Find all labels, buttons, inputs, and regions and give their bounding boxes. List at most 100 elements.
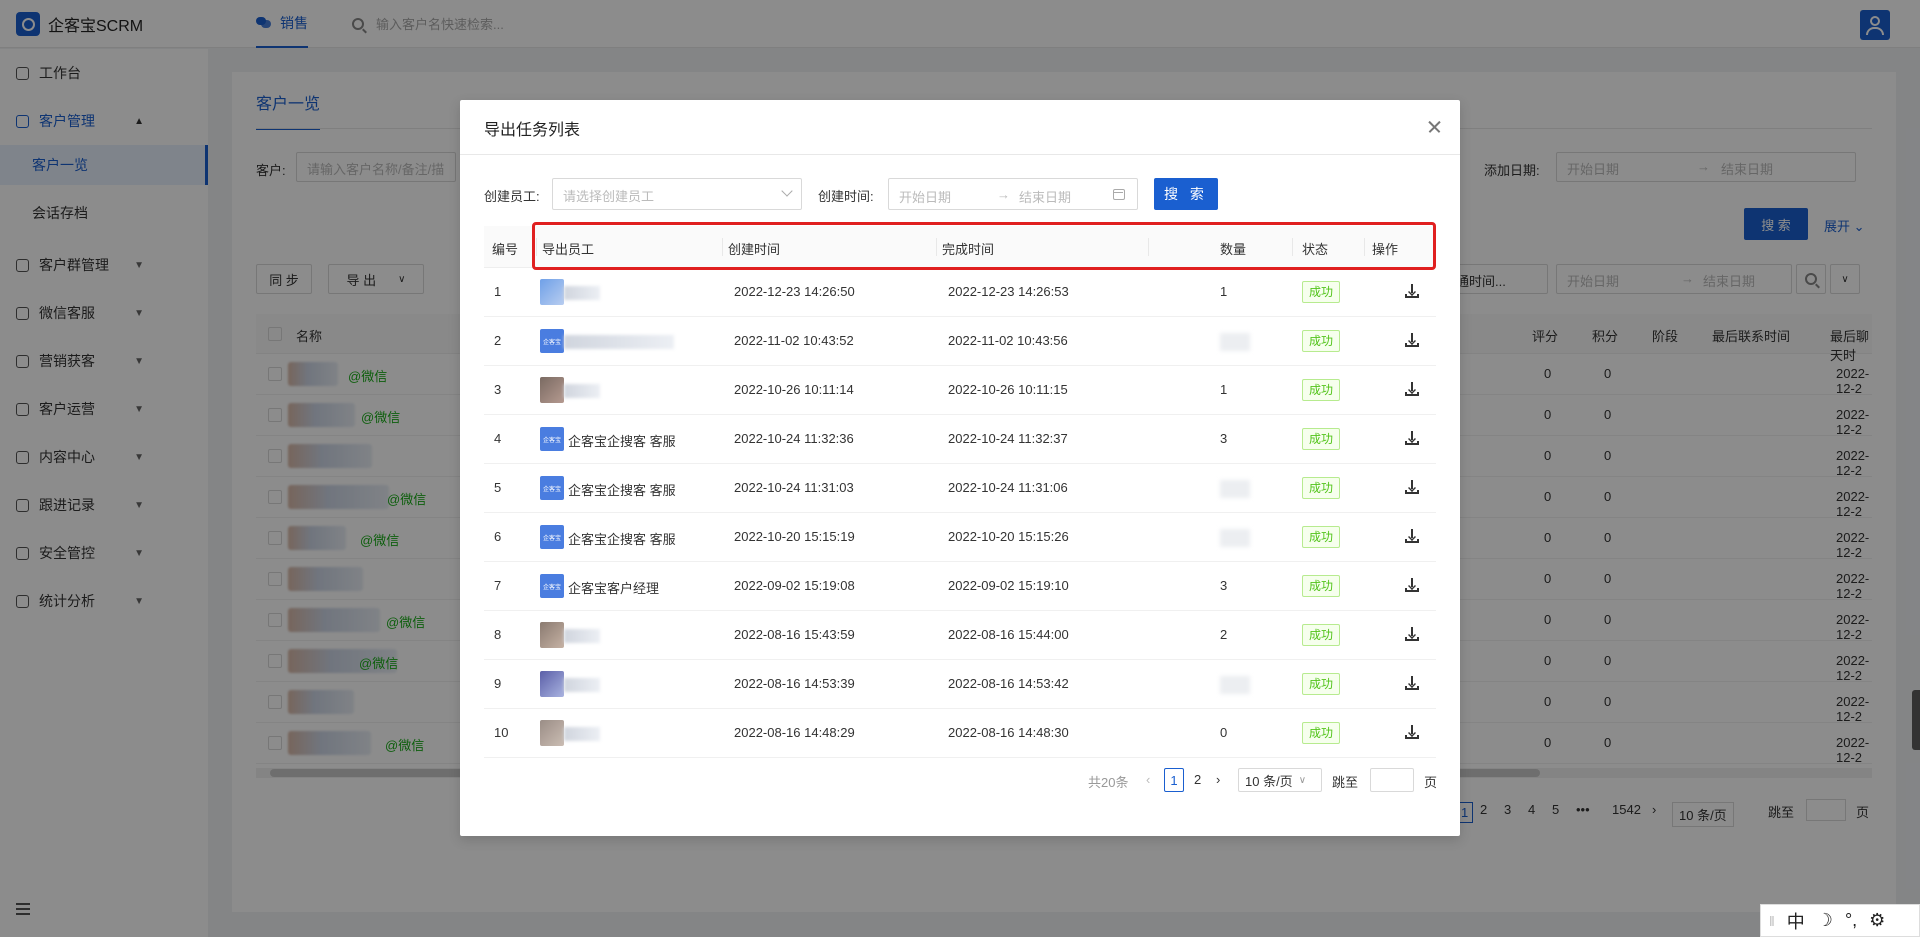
table-row: 7 企客宝 企客宝客户经理 2022-09-02 15:19:08 2022-09-02… xyxy=(484,562,1436,611)
employee-name-redacted xyxy=(564,335,674,349)
status-badge: 成功 xyxy=(1302,673,1341,695)
ime-gear-icon[interactable]: ⚙ xyxy=(1869,910,1885,931)
table-row: 5 企客宝 企客宝企搜客 客服 2022-10-24 11:31:03 2022-10-… xyxy=(484,464,1436,513)
creator-placeholder: 请选择创建员工 xyxy=(563,189,655,204)
export-task-modal: 导出任务列表 创建员工: 请选择创建员工 创建时间: 开始日期 → 结束日期 搜… xyxy=(460,100,1460,836)
page-1-button[interactable]: 1 xyxy=(1164,768,1184,792)
created-time-range[interactable]: 开始日期 → 结束日期 xyxy=(888,178,1138,210)
close-icon[interactable] xyxy=(1424,116,1446,138)
employee-name: 企客宝客户经理 xyxy=(568,581,660,596)
download-icon[interactable] xyxy=(1405,284,1419,298)
status-badge: 成功 xyxy=(1302,575,1341,597)
edge-widget[interactable] xyxy=(1912,690,1920,750)
count-cell: 2 xyxy=(1220,627,1228,642)
total-count: 共20条 xyxy=(1088,775,1129,790)
finished-time-cell: 2022-09-02 15:19:10 xyxy=(948,578,1069,593)
row-number: 6 xyxy=(494,529,502,544)
created-time-cell: 2022-11-02 10:43:52 xyxy=(734,333,854,348)
jump-input[interactable] xyxy=(1370,768,1414,792)
modal-title: 导出任务列表 xyxy=(484,122,581,139)
count-cell: 1 xyxy=(1220,382,1228,397)
table-row: 2 企客宝 2022-11-02 10:43:52 2022-11-02 10:43:… xyxy=(484,317,1436,366)
page-unit-label: 页 xyxy=(1424,775,1438,790)
download-icon[interactable] xyxy=(1405,578,1419,592)
arrow-icon: → xyxy=(997,187,1010,202)
row-number: 1 xyxy=(494,284,502,299)
created-time-label: 创建时间: xyxy=(818,189,874,204)
calendar-icon xyxy=(1113,189,1125,200)
status-badge: 成功 xyxy=(1302,722,1341,744)
row-number: 9 xyxy=(494,676,502,691)
count-redacted xyxy=(1220,529,1250,547)
created-time-cell: 2022-10-20 15:15:19 xyxy=(734,529,855,544)
row-number: 3 xyxy=(494,382,502,397)
column-no: 编号 xyxy=(492,242,519,257)
created-time-cell: 2022-08-16 14:48:29 xyxy=(734,725,855,740)
next-page-icon[interactable]: › xyxy=(1216,772,1220,787)
creator-select[interactable]: 请选择创建员工 xyxy=(552,178,802,210)
status-badge: 成功 xyxy=(1302,379,1341,401)
employee-name: 企客宝企搜客 客服 xyxy=(568,483,676,498)
company-logo-icon: 企客宝 xyxy=(540,427,564,451)
ime-handle-icon[interactable]: ‖ xyxy=(1769,913,1775,929)
employee-name-redacted xyxy=(564,629,600,643)
employee-name: 企客宝企搜客 客服 xyxy=(568,434,676,449)
row-number: 2 xyxy=(494,333,502,348)
count-cell: 3 xyxy=(1220,431,1228,446)
table-row: 4 企客宝 企客宝企搜客 客服 2022-10-24 11:32:36 2022-10-… xyxy=(484,415,1436,464)
company-logo-icon: 企客宝 xyxy=(540,329,564,353)
page-2-button[interactable]: 2 xyxy=(1194,772,1201,787)
created-time-cell: 2022-10-24 11:31:03 xyxy=(734,480,854,495)
download-icon[interactable] xyxy=(1405,627,1419,641)
chevron-down-icon: ∨ xyxy=(1298,774,1307,786)
download-icon[interactable] xyxy=(1405,725,1419,739)
finished-time-cell: 2022-12-23 14:26:53 xyxy=(948,284,1069,299)
table-row: 1 2022-12-23 14:26:50 2022-12-23 14:26:53 1… xyxy=(484,268,1436,317)
finished-time-cell: 2022-10-20 15:15:26 xyxy=(948,529,1069,544)
download-icon[interactable] xyxy=(1405,431,1419,445)
row-number: 8 xyxy=(494,627,502,642)
created-time-cell: 2022-12-23 14:26:50 xyxy=(734,284,855,299)
annotation-highlight-box xyxy=(532,222,1436,270)
download-icon[interactable] xyxy=(1405,676,1419,690)
row-number: 4 xyxy=(494,431,502,446)
status-badge: 成功 xyxy=(1302,281,1341,303)
page-size-select[interactable]: 10 条/页 ∨ xyxy=(1238,768,1322,792)
count-cell: 1 xyxy=(1220,284,1228,299)
download-icon[interactable] xyxy=(1405,382,1419,396)
avatar xyxy=(540,377,564,403)
count-redacted xyxy=(1220,333,1250,351)
employee-name-redacted xyxy=(564,286,600,300)
modal-divider xyxy=(460,154,1460,155)
finished-time-cell: 2022-10-26 10:11:15 xyxy=(948,382,1068,397)
avatar xyxy=(540,671,564,697)
creator-label: 创建员工: xyxy=(484,189,540,204)
created-time-cell: 2022-10-26 10:11:14 xyxy=(734,382,854,397)
employee-name: 企客宝企搜客 客服 xyxy=(568,532,676,547)
finished-time-cell: 2022-10-24 11:31:06 xyxy=(948,480,1068,495)
finished-time-cell: 2022-10-24 11:32:37 xyxy=(948,431,1068,446)
download-icon[interactable] xyxy=(1405,333,1419,347)
download-icon[interactable] xyxy=(1405,480,1419,494)
modal-search-button[interactable]: 搜 索 xyxy=(1154,178,1218,210)
ime-language-toggle[interactable]: 中 xyxy=(1787,908,1805,934)
company-logo-icon: 企客宝 xyxy=(540,476,564,500)
status-badge: 成功 xyxy=(1302,330,1341,352)
jump-label: 跳至 xyxy=(1332,775,1359,790)
finished-time-cell: 2022-08-16 14:48:30 xyxy=(948,725,1069,740)
row-number: 5 xyxy=(494,480,502,495)
download-icon[interactable] xyxy=(1405,529,1419,543)
employee-name-redacted xyxy=(564,384,600,398)
finished-time-cell: 2022-08-16 14:53:42 xyxy=(948,676,1069,691)
company-logo-icon: 企客宝 xyxy=(540,574,564,598)
ime-toolbar: ‖ 中 ☽ °, ⚙ xyxy=(1760,904,1920,937)
prev-page-icon[interactable]: ‹ xyxy=(1146,772,1150,787)
row-number: 10 xyxy=(494,725,509,740)
row-number: 7 xyxy=(494,578,502,593)
avatar xyxy=(540,622,564,648)
ime-moon-icon[interactable]: ☽ xyxy=(1817,910,1833,931)
table-row: 6 企客宝 企客宝企搜客 客服 2022-10-20 15:15:19 2022-10-… xyxy=(484,513,1436,562)
status-badge: 成功 xyxy=(1302,428,1341,450)
ime-punctuation-toggle[interactable]: °, xyxy=(1845,910,1857,931)
status-badge: 成功 xyxy=(1302,477,1341,499)
